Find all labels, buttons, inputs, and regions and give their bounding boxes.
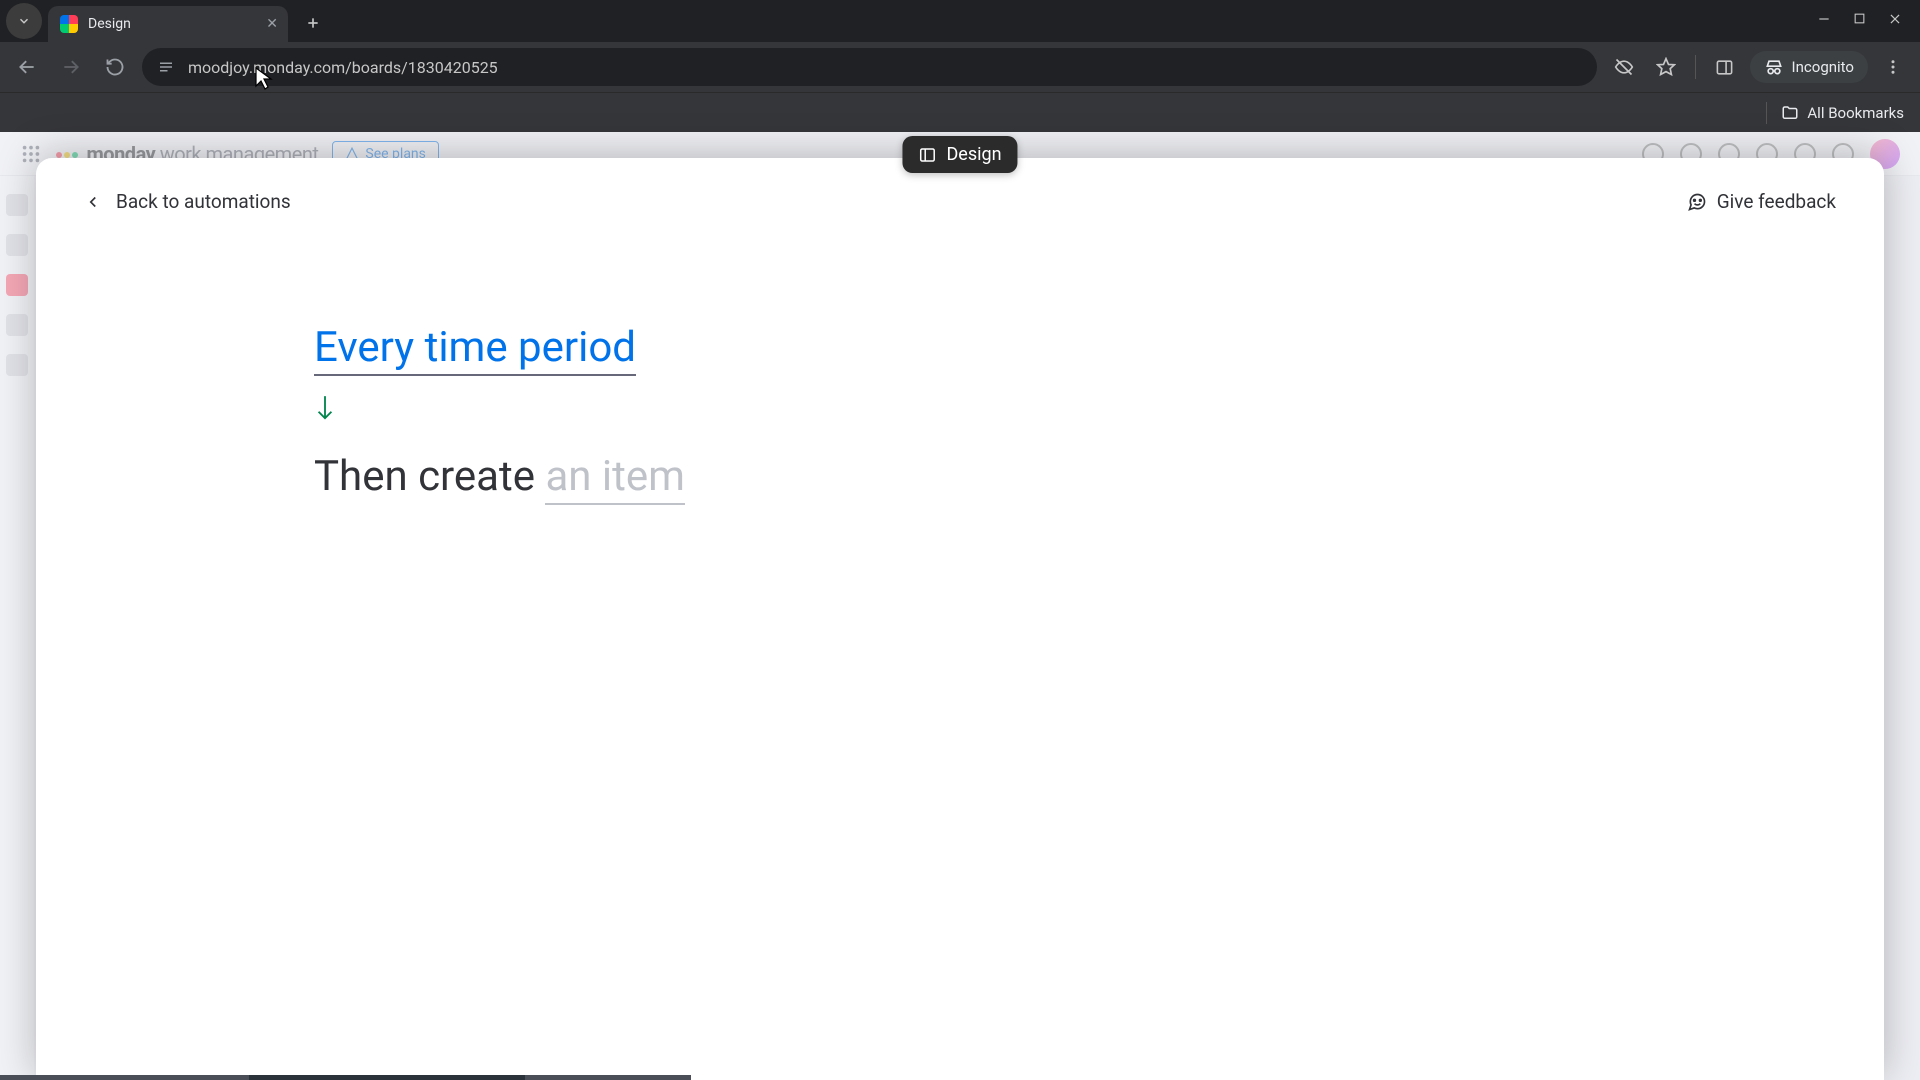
bookmarks-divider bbox=[1766, 102, 1767, 124]
automation-builder: Every time period Then create an item bbox=[314, 323, 1214, 501]
new-tab-button[interactable] bbox=[298, 8, 328, 38]
page-viewport: monday work management See plans Design … bbox=[0, 132, 1920, 1080]
back-label: Back to automations bbox=[116, 190, 291, 213]
side-panel-icon[interactable] bbox=[1708, 50, 1742, 84]
panel-icon bbox=[918, 146, 936, 164]
board-name-label: Design bbox=[946, 144, 1001, 165]
addr-divider bbox=[1695, 55, 1696, 79]
board-name-pill[interactable]: Design bbox=[902, 136, 1017, 173]
nav-back-button[interactable] bbox=[10, 50, 44, 84]
browser-tab-strip: Design ✕ bbox=[0, 0, 1920, 42]
all-bookmarks-button[interactable]: All Bookmarks bbox=[1781, 104, 1904, 122]
modal-header: Back to automations Give feedback bbox=[84, 190, 1836, 213]
all-bookmarks-label: All Bookmarks bbox=[1807, 104, 1904, 122]
window-controls bbox=[1817, 12, 1914, 30]
bookmarks-bar: All Bookmarks bbox=[0, 92, 1920, 132]
bg-left-rail bbox=[0, 176, 34, 1080]
incognito-indicator[interactable]: Incognito bbox=[1750, 51, 1868, 83]
back-to-automations-button[interactable]: Back to automations bbox=[84, 190, 291, 213]
tab-search-dropdown[interactable] bbox=[6, 3, 42, 39]
trigger-time-period[interactable]: Every time period bbox=[314, 323, 636, 376]
feedback-icon bbox=[1687, 192, 1707, 212]
action-item-placeholder[interactable]: an item bbox=[545, 452, 685, 505]
apps-grid-icon bbox=[20, 143, 42, 165]
browser-tab[interactable]: Design ✕ bbox=[48, 6, 288, 42]
browser-menu-icon[interactable] bbox=[1876, 50, 1910, 84]
monday-favicon bbox=[60, 15, 78, 33]
maximize-button[interactable] bbox=[1853, 12, 1866, 30]
site-info-icon[interactable] bbox=[156, 57, 176, 77]
loading-bar bbox=[0, 1075, 691, 1080]
minimize-button[interactable] bbox=[1817, 12, 1831, 30]
bookmark-star-icon[interactable] bbox=[1649, 50, 1683, 84]
chevron-left-icon bbox=[84, 193, 102, 211]
action-line: Then create an item bbox=[314, 452, 1214, 501]
reload-button[interactable] bbox=[98, 50, 132, 84]
give-feedback-button[interactable]: Give feedback bbox=[1687, 190, 1836, 213]
tab-title: Design bbox=[88, 16, 131, 32]
automation-modal: Back to automations Give feedback Every … bbox=[36, 158, 1884, 1080]
tracking-protection-icon[interactable] bbox=[1607, 50, 1641, 84]
action-prefix: Then create bbox=[314, 452, 545, 501]
nav-forward-button[interactable] bbox=[54, 50, 88, 84]
close-tab-icon[interactable]: ✕ bbox=[266, 16, 278, 32]
close-window-button[interactable] bbox=[1888, 12, 1902, 30]
url-text: moodjoy.monday.com/boards/1830420525 bbox=[188, 58, 498, 77]
browser-address-bar: moodjoy.monday.com/boards/1830420525 Inc… bbox=[0, 42, 1920, 92]
feedback-label: Give feedback bbox=[1717, 190, 1836, 213]
arrow-down-icon bbox=[314, 394, 1214, 428]
incognito-label: Incognito bbox=[1792, 58, 1854, 76]
url-field[interactable]: moodjoy.monday.com/boards/1830420525 bbox=[142, 48, 1597, 86]
